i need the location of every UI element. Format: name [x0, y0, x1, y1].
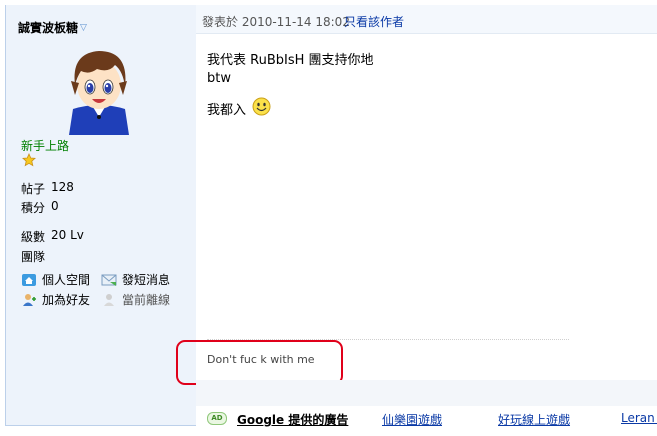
ad-title[interactable]: Google 提供的廣告 [237, 411, 348, 428]
post-header: 發表於 2010-11-14 18:02 只看該作者 [196, 5, 657, 34]
post-line-2: btw [207, 71, 231, 86]
offline-status: 當前離線 [101, 291, 170, 308]
stat-posts: 帖子 128 [21, 180, 74, 196]
ad-link-2[interactable]: 好玩線上遊戲 [498, 411, 570, 428]
username[interactable]: 誠實波板糖 ▽ [18, 19, 87, 36]
send-message-link[interactable]: 發短消息 [101, 271, 170, 288]
offline-user-icon [104, 294, 114, 306]
stat-points: 積分 0 [21, 199, 59, 215]
only-author-link[interactable]: 只看該作者 [344, 13, 404, 30]
post-line-1: 我代表 RuBbIsH 團支持你地 [207, 53, 374, 68]
ad-link-3[interactable]: Leran E [621, 411, 657, 425]
stat-team: 團隊 [21, 250, 46, 264]
home-icon [22, 274, 36, 286]
dropdown-arrow-icon[interactable]: ▽ [80, 23, 87, 33]
message-icon [101, 274, 117, 286]
ad-badge: AD [207, 412, 227, 425]
user-profile-sidebar: 誠實波板糖 ▽ 新手上路 帖子 128 積分 0 級數 20 Lv 團隊 個人空間 [5, 5, 196, 426]
user-rank: 新手上路 [21, 139, 70, 153]
post-timestamp: 發表於 2010-11-14 18:02 [202, 15, 350, 29]
post-line-3: 我都入 [207, 97, 271, 118]
add-friend-icon [23, 294, 36, 306]
avatar [69, 51, 129, 135]
smiley-icon [252, 97, 271, 116]
stat-level: 級數 20 Lv [21, 228, 84, 244]
post-footer [196, 380, 657, 406]
ad-bar: AD Google 提供的廣告 仙樂園遊戲 好玩線上遊戲 Leran E [196, 406, 657, 430]
star-icon [22, 153, 36, 167]
highlight-annotation [176, 340, 343, 385]
ad-link-1[interactable]: 仙樂園遊戲 [382, 411, 442, 428]
personal-space-link[interactable]: 個人空間 [21, 271, 90, 288]
add-friend-link[interactable]: 加為好友 [21, 291, 90, 308]
